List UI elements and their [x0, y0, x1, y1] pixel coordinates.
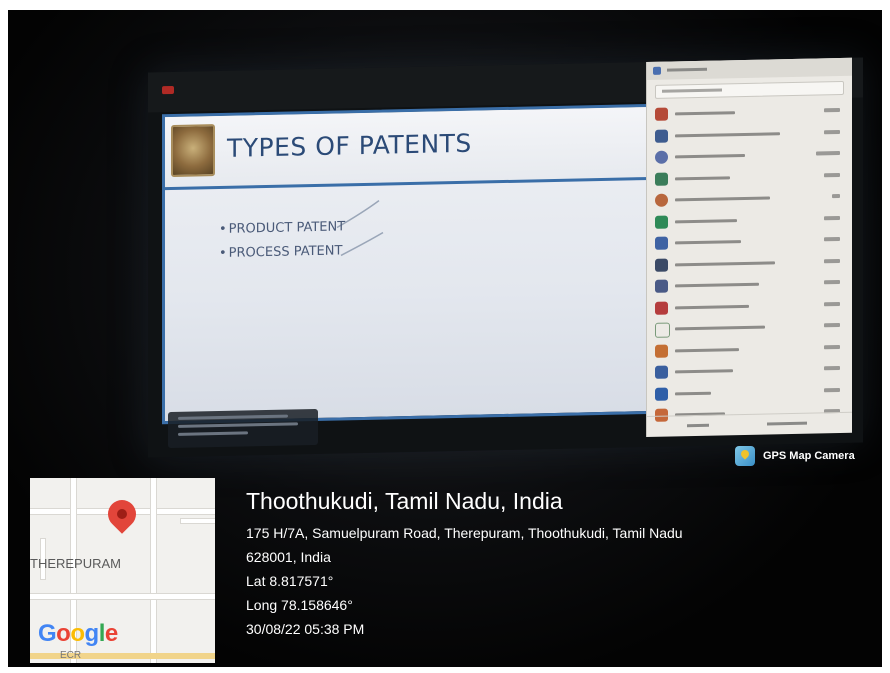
avatar	[655, 301, 668, 315]
participant-name	[675, 218, 737, 223]
avatar	[655, 193, 668, 207]
logo-letter: o	[56, 620, 71, 647]
status-icons	[824, 236, 840, 242]
map-road-label: ECR	[60, 650, 82, 661]
avatar	[655, 172, 668, 186]
slide-title: TYPES OF PATENTS	[227, 128, 472, 163]
panel-title	[667, 67, 707, 72]
avatar	[655, 258, 668, 272]
participant-name	[675, 325, 765, 331]
status-icons	[824, 387, 840, 392]
status-icons	[824, 258, 840, 263]
participant-name	[675, 304, 749, 309]
college-emblem-icon	[171, 124, 215, 178]
gps-badge-label: GPS Map Camera	[763, 450, 855, 462]
participant-name	[675, 111, 735, 116]
search-placeholder	[662, 88, 722, 93]
status-icons	[824, 344, 840, 349]
slide-title-bar: TYPES OF PATENTS	[165, 106, 651, 191]
status-icons	[824, 279, 840, 285]
participant-name	[675, 153, 745, 159]
avatar	[655, 150, 668, 164]
avatar	[655, 236, 668, 250]
status-icons	[824, 129, 840, 134]
panel-footer	[647, 411, 852, 438]
participant-name	[675, 196, 770, 202]
avatar	[655, 387, 668, 401]
microphone-warning-toast[interactable]	[168, 408, 318, 449]
presentation-slide: TYPES OF PATENTS PRODUCT PATENT PROCESS …	[162, 103, 654, 425]
panel-header	[647, 57, 852, 81]
participants-panel	[646, 57, 852, 438]
gps-map-camera-badge: GPS Map Camera	[735, 446, 855, 466]
toast-line	[178, 414, 288, 420]
participant-name	[675, 175, 730, 180]
participant-name	[675, 260, 775, 266]
location-pin-icon	[102, 494, 142, 534]
recording-icon	[162, 85, 174, 95]
logo-letter: G	[38, 620, 57, 647]
logo-letter: o	[70, 620, 85, 647]
participant-name	[675, 282, 759, 288]
bullet-item: PRODUCT PATENT	[219, 215, 346, 242]
status-icons	[824, 322, 840, 328]
logo-letter: g	[84, 620, 100, 647]
status-icons	[832, 193, 840, 199]
status-icons	[824, 301, 840, 306]
gps-map-camera-icon	[735, 446, 755, 466]
date-time: 30/08/22 05:38 PM	[246, 621, 365, 637]
longitude: Long 78.158646°	[246, 597, 353, 613]
map-thumbnail: THEREPURAM Google ECR	[30, 478, 215, 663]
map-road	[30, 593, 215, 600]
status-icons	[824, 172, 840, 177]
toast-line	[178, 431, 248, 436]
status-icons	[824, 215, 840, 220]
status-icons	[824, 365, 840, 371]
bullet-item: PROCESS PATENT	[219, 239, 345, 266]
place-name: Thoothukudi, Tamil Nadu, India	[246, 488, 563, 514]
map-highway	[30, 653, 215, 659]
participant-name	[675, 131, 780, 137]
participant-name	[675, 391, 711, 395]
participant-search-input[interactable]	[655, 80, 844, 99]
location-info: Thoothukudi, Tamil Nadu, India 175 H/7A,…	[246, 488, 683, 641]
avatar	[655, 344, 668, 358]
address-line-1: 175 H/7A, Samuelpuram Road, Therepuram, …	[246, 525, 683, 541]
photo: TYPES OF PATENTS PRODUCT PATENT PROCESS …	[8, 10, 882, 667]
avatar	[655, 322, 670, 338]
participants-icon	[653, 66, 661, 75]
avatar	[655, 215, 668, 229]
slide-bullets: PRODUCT PATENT PROCESS PATENT	[219, 215, 346, 266]
latitude: Lat 8.817571°	[246, 573, 334, 589]
laptop-screen: TYPES OF PATENTS PRODUCT PATENT PROCESS …	[148, 57, 863, 458]
avatar	[655, 129, 668, 143]
google-logo: Google	[38, 620, 118, 648]
map-road	[180, 518, 215, 524]
address-line-2: 628001, India	[246, 549, 331, 565]
status-icons	[824, 107, 840, 113]
map-area-label: THEREPURAM	[30, 556, 122, 571]
participant-name	[675, 369, 733, 374]
avatar	[655, 279, 668, 293]
avatar	[655, 365, 668, 379]
participant-name	[675, 347, 739, 352]
toast-line	[178, 422, 298, 428]
participant-name	[675, 240, 741, 245]
invite-button[interactable]	[687, 423, 709, 428]
map-road	[150, 478, 157, 663]
avatar	[655, 107, 668, 121]
status-icons	[816, 150, 840, 156]
unmute-me-button[interactable]	[767, 421, 807, 426]
logo-letter: e	[104, 620, 118, 647]
